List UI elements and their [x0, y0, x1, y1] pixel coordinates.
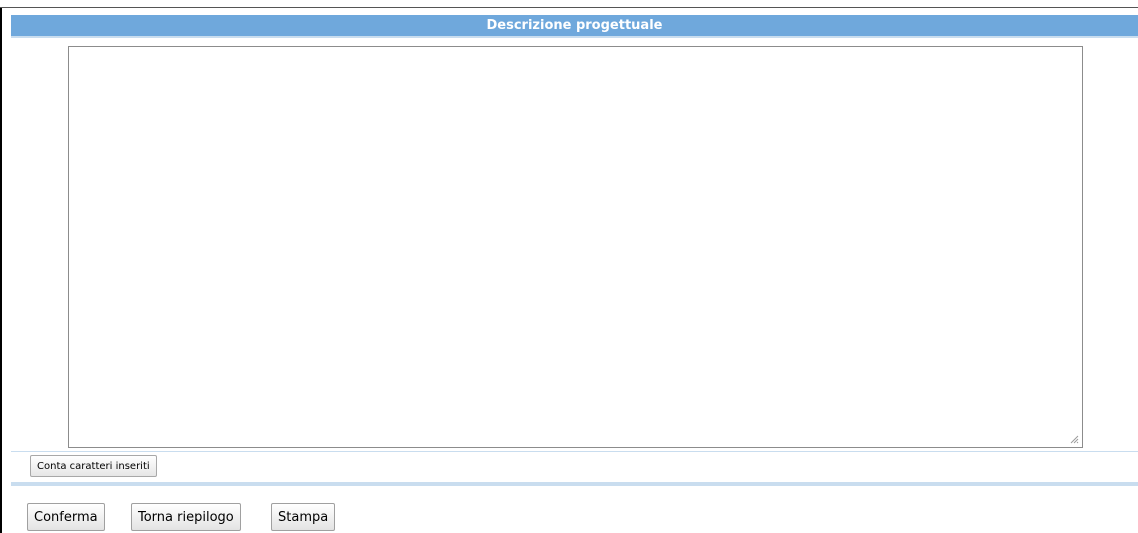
description-textarea-container: [68, 46, 1083, 448]
panel-title: Descrizione progettuale: [11, 15, 1138, 38]
count-characters-button[interactable]: Conta caratteri inseriti: [30, 455, 157, 477]
window-top-border: [0, 7, 1138, 8]
footer-divider: [11, 482, 1138, 486]
window-left-border: [0, 8, 2, 533]
back-to-summary-button[interactable]: Torna riepilogo: [131, 503, 241, 531]
section-divider: [11, 451, 1138, 452]
resize-grip-icon[interactable]: [1070, 435, 1079, 444]
form-window: Descrizione progettuale Conta caratteri …: [0, 0, 1138, 533]
confirm-button[interactable]: Conferma: [27, 503, 105, 531]
description-textarea[interactable]: [69, 47, 1082, 447]
print-button[interactable]: Stampa: [271, 503, 336, 531]
